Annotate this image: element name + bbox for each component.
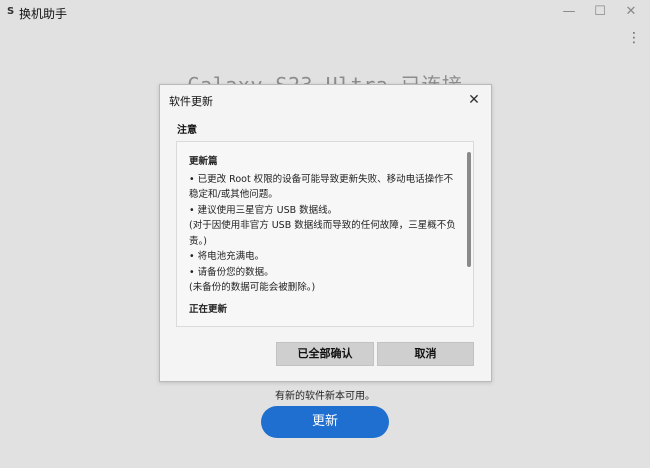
dialog-title: 软件更新: [169, 95, 213, 108]
title-bar: S 换机助手 — ☐ ✕: [0, 0, 650, 26]
notice-label: 注意: [177, 125, 197, 136]
update-button[interactable]: 更新: [261, 406, 389, 438]
notice-line: • 已更改 Root 权限的设备可能导致更新失败、移动电话操作不稳定和/或其他问…: [189, 173, 454, 201]
notice-line: (未备份的数据可能会被删除。): [189, 282, 316, 293]
window-title: 换机助手: [19, 7, 68, 21]
software-update-dialog: 软件更新 ✕ 注意 更新篇 • 已更改 Root 权限的设备可能导致更新失败、移…: [159, 84, 492, 382]
more-options-icon[interactable]: ⋮: [627, 28, 641, 48]
notice-scroll-area[interactable]: 更新篇 • 已更改 Root 权限的设备可能导致更新失败、移动电话操作不稳定和/…: [176, 141, 474, 327]
notice-heading: 更新篇: [189, 156, 218, 167]
maximize-button[interactable]: ☐: [590, 3, 610, 21]
confirm-all-button[interactable]: 已全部确认: [276, 342, 374, 366]
notice-line: • 请备份您的数据。: [189, 266, 274, 278]
minimize-button[interactable]: —: [559, 3, 579, 21]
notice-heading-updating: 正在更新: [189, 303, 228, 315]
cancel-button[interactable]: 取消: [377, 342, 474, 366]
dialog-close-button[interactable]: ✕: [465, 91, 483, 109]
notice-line: • 将电池充满电。: [189, 251, 265, 262]
notice-content: 更新篇 • 已更改 Root 权限的设备可能导致更新失败、移动电话操作不稳定和/…: [189, 154, 462, 317]
notice-line: • 建议使用三星官方 USB 数据线。: [189, 204, 338, 216]
app-logo-icon: S: [7, 6, 15, 17]
update-available-text: 有新的软件新本可用。: [275, 391, 375, 402]
notice-line: (对于因使用非官方 USB 数据线而导致的任何故障，三星概不负责。): [189, 220, 456, 247]
scrollbar-thumb[interactable]: [467, 152, 471, 267]
close-window-button[interactable]: ✕: [621, 3, 641, 21]
